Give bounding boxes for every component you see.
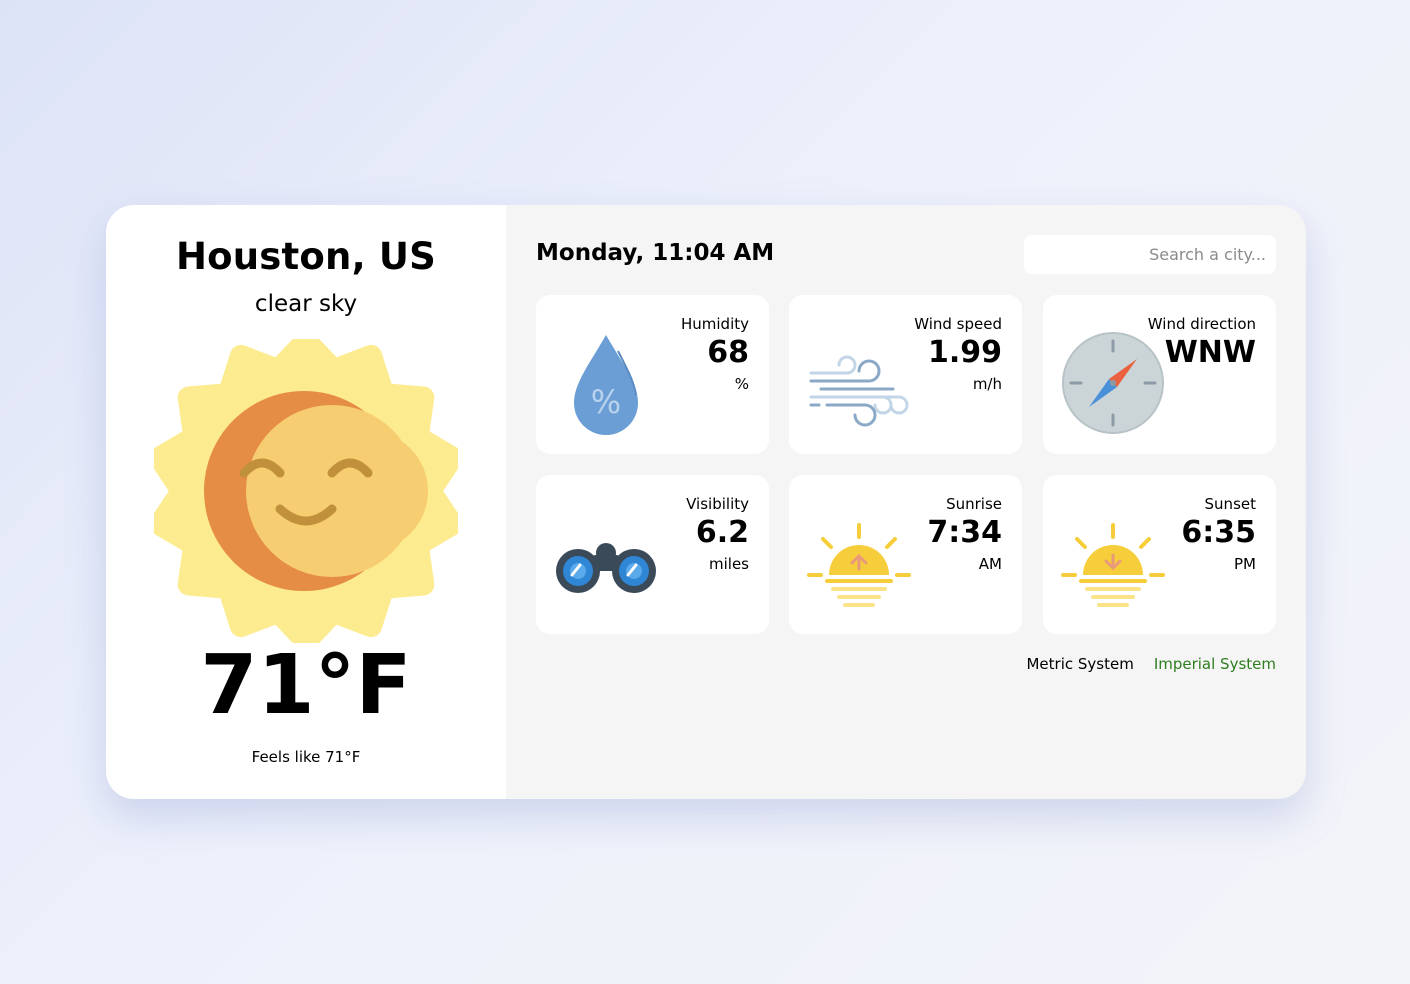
humidity-label: Humidity [680,315,749,333]
sunset-icon [1061,523,1165,607]
wind-speed-value: 1.99 [927,335,1002,370]
sunset-label: Sunset [1204,495,1256,513]
sunset-value: 6:35 [1181,515,1256,550]
wind-direction-card: Wind direction WNW [1043,295,1276,454]
wind-speed-label: Wind speed [914,315,1002,333]
wind-speed-card: Wind speed 1.99 m/h [789,295,1022,454]
wind-icon [809,355,909,427]
details-panel: Monday, 11:04 AM % Humidity 68 % [506,205,1306,799]
sunset-unit: PM [1234,555,1256,573]
feels-like: Feels like 71°F [251,748,361,766]
current-weather-panel: Houston, US clear sky 71°F Feels like 71… [106,205,506,799]
svg-text:%: % [591,383,621,421]
humidity-card: % Humidity 68 % [536,295,769,454]
sunrise-unit: AM [978,555,1002,573]
sunset-card: Sunset 6:35 PM [1043,475,1276,634]
sunrise-label: Sunrise [946,495,1002,513]
unit-system-switch: Metric System Imperial System [1026,655,1276,673]
binoculars-icon [556,543,656,593]
metric-system-button[interactable]: Metric System [1026,655,1133,673]
humidity-unit: % [734,375,749,393]
city-search-input[interactable] [1024,235,1276,274]
weather-app: Houston, US clear sky 71°F Feels like 71… [106,205,1306,799]
visibility-label: Visibility [686,495,749,513]
visibility-value: 6.2 [695,515,749,550]
temperature: 71°F [200,638,412,733]
humidity-drop-icon: % [574,335,638,435]
imperial-system-button[interactable]: Imperial System [1154,655,1276,673]
sunrise-card: Sunrise 7:34 AM [789,475,1022,634]
sun-icon [154,339,458,643]
date-time: Monday, 11:04 AM [536,240,775,266]
compass-icon [1062,332,1164,434]
city-name: Houston, US [175,235,437,278]
wind-direction-label: Wind direction [1147,315,1256,333]
visibility-unit: miles [709,555,749,573]
humidity-value: 68 [707,335,749,370]
wind-speed-unit: m/h [972,375,1002,393]
weather-description: clear sky [254,291,358,317]
visibility-card: Visibility 6.2 miles [536,475,769,634]
wind-direction-value: WNW [1164,335,1256,370]
sunrise-value: 7:34 [927,515,1002,550]
sunrise-icon [807,523,911,607]
